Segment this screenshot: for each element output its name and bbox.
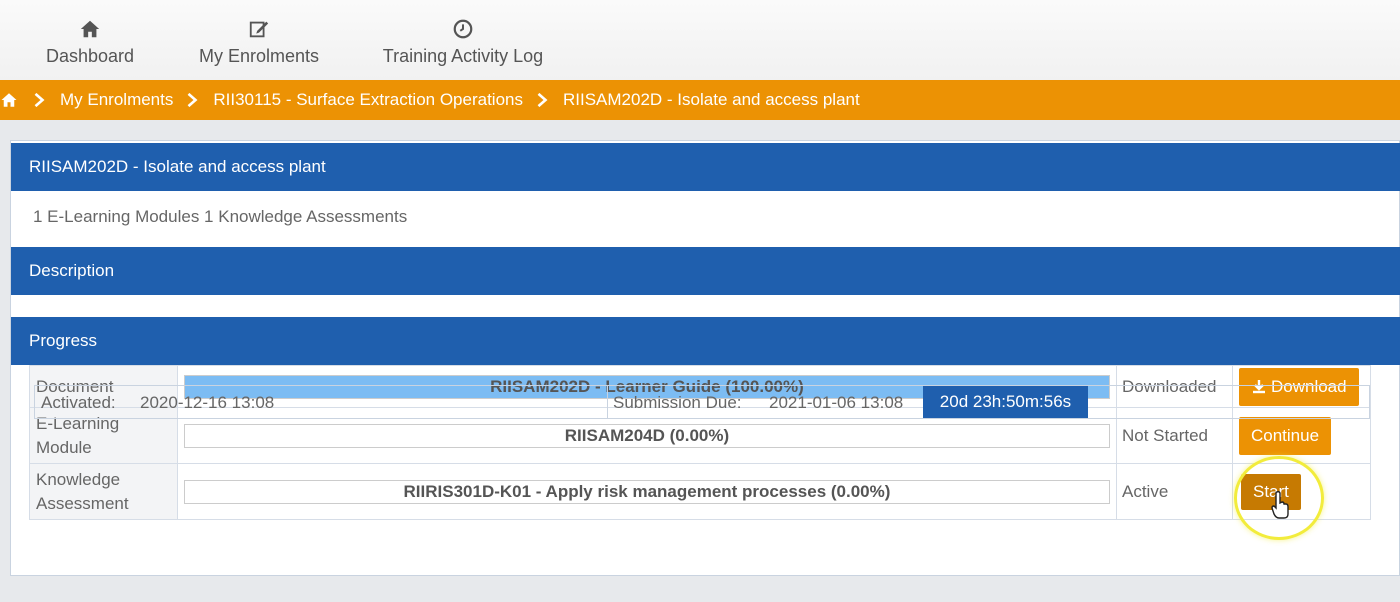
chevron-right-icon — [535, 92, 551, 108]
progress-indicator: RIIRIS301D-K01 - Apply risk management p… — [183, 479, 1110, 504]
description-bar: Description — [11, 247, 1400, 295]
nav-label: Training Activity Log — [382, 46, 544, 66]
nav-label: My Enrolments — [198, 46, 320, 66]
breadcrumb: My Enrolments RII30115 - Surface Extract… — [0, 80, 1400, 120]
breadcrumb-unit[interactable]: RIISAM202D - Isolate and access plant — [563, 90, 860, 110]
progress-bar-header: Progress — [11, 317, 1400, 365]
row-type: Knowledge Assessment — [29, 463, 178, 520]
breadcrumb-my-enrolments[interactable]: My Enrolments — [60, 90, 173, 110]
activated-label: Activated: — [41, 393, 116, 412]
unit-panel: RIISAM202D - Isolate and access plant 1 … — [10, 140, 1400, 576]
table-row: Knowledge Assessment RIIRIS301D-K01 - Ap… — [29, 463, 1372, 520]
nav-dashboard[interactable]: Dashboard — [44, 18, 136, 67]
chevron-right-icon — [185, 92, 201, 108]
progress-text: RIISAM204D (0.00%) — [564, 425, 730, 445]
progress-text: RIIRIS301D-K01 - Apply risk management p… — [403, 481, 891, 501]
submission-due-value: 2021-01-06 13:08 — [769, 393, 904, 412]
continue-button[interactable]: Continue — [1238, 416, 1332, 455]
home-icon — [44, 18, 136, 44]
dates-row: Activated: 2020-12-16 13:08 Submission D… — [34, 385, 1370, 419]
nav-training-activity-log[interactable]: Training Activity Log — [380, 18, 546, 67]
nav-my-enrolments[interactable]: My Enrolments — [196, 18, 322, 67]
clock-icon — [380, 18, 546, 44]
chevron-right-icon — [32, 92, 48, 108]
unit-summary: 1 E-Learning Modules 1 Knowledge Assessm… — [33, 207, 408, 226]
submission-due-label: Submission Due: — [613, 393, 742, 412]
activated-value: 2020-12-16 13:08 — [140, 393, 275, 412]
edit-icon — [196, 18, 322, 44]
breadcrumb-course[interactable]: RII30115 - Surface Extraction Operations — [213, 90, 523, 110]
nav-label: Dashboard — [45, 46, 135, 66]
row-progress-cell: RIIRIS301D-K01 - Apply risk management p… — [176, 463, 1118, 520]
divider — [607, 386, 608, 418]
progress-heading: Progress — [29, 331, 98, 350]
top-navigation: Dashboard My Enrolments Training Activit… — [0, 0, 1400, 80]
row-status: Active — [1116, 463, 1233, 520]
hand-pointer-icon — [1271, 490, 1289, 519]
breadcrumb-home-icon[interactable] — [0, 90, 20, 110]
unit-title: RIISAM202D - Isolate and access plant — [29, 157, 326, 176]
unit-title-bar: RIISAM202D - Isolate and access plant — [11, 143, 1400, 191]
continue-label: Continue — [1250, 425, 1320, 445]
progress-indicator: RIISAM204D (0.00%) — [183, 423, 1110, 448]
description-heading: Description — [29, 261, 115, 280]
countdown-timer: 20d 23h:50m:56s — [923, 386, 1088, 418]
